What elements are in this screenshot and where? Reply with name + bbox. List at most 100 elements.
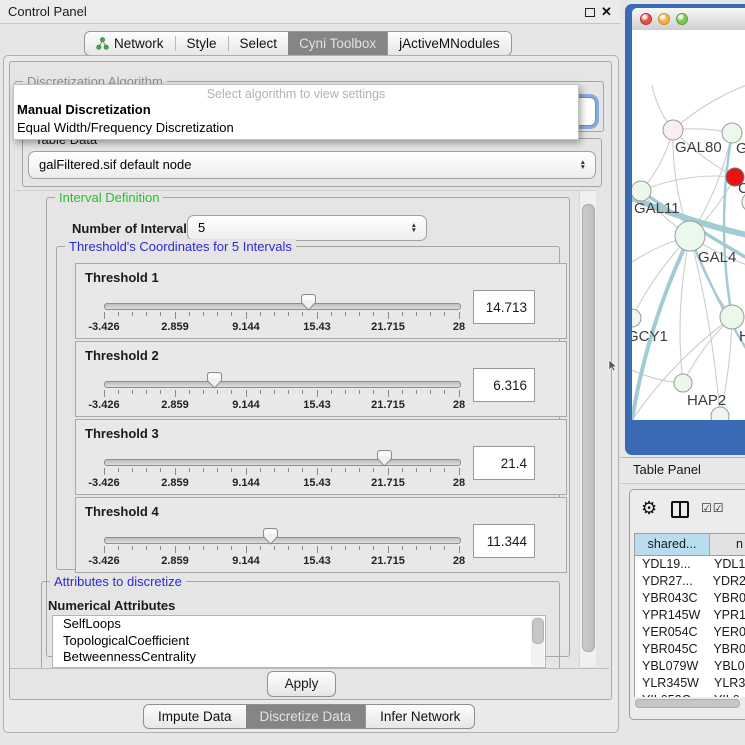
tick-mark [430, 312, 431, 316]
float-window-icon[interactable] [585, 8, 595, 17]
cell-name[interactable]: YER0 [708, 624, 745, 641]
threshold-slider-track[interactable] [104, 459, 461, 466]
table-data-combobox[interactable]: galFiltered.sif default node ▲▼ [28, 151, 596, 179]
table-row[interactable]: YDL19...YDL1 [635, 556, 745, 573]
option-manual-discretization[interactable]: Manual Discretization [14, 101, 578, 119]
close-icon[interactable]: ✕ [601, 4, 612, 20]
gear-icon[interactable]: ⚙ [641, 498, 657, 519]
tick-mark [189, 390, 190, 394]
numerical-attributes-list[interactable]: SelfLoops TopologicalCoefficient Between… [52, 615, 546, 668]
table-row[interactable]: YLR345WYLR3 [635, 675, 745, 692]
close-traffic-light-icon[interactable] [640, 13, 652, 25]
minimize-traffic-light-icon[interactable] [658, 13, 670, 25]
cell-shared-name[interactable]: YDL19... [635, 556, 709, 573]
list-item[interactable]: TopologicalCoefficient [53, 633, 545, 650]
table-row[interactable]: YBR045CYBR0 [635, 641, 745, 658]
cell-name[interactable]: YBR0 [708, 590, 745, 607]
tab-cyni-toolbox[interactable]: Cyni Toolbox [288, 32, 387, 55]
network-edge[interactable] [641, 176, 735, 191]
network-node-gal11[interactable] [632, 181, 651, 201]
threshold-value-box[interactable]: 11.344 [473, 524, 535, 558]
scrollbar-thumb[interactable] [532, 618, 544, 644]
threshold-slider-thumb[interactable] [301, 294, 316, 311]
cell-shared-name[interactable]: YDR27... [635, 573, 708, 590]
split-view-icon[interactable] [671, 501, 689, 518]
cell-shared-name[interactable]: YBR045C [635, 641, 708, 658]
cell-shared-name[interactable]: YIL052C [635, 692, 709, 697]
threshold-slider-thumb[interactable] [207, 372, 222, 389]
tick-mark [132, 390, 133, 394]
tab-select[interactable]: Select [229, 32, 289, 55]
threshold-slider-thumb[interactable] [377, 450, 392, 467]
tab-network[interactable]: Network [85, 32, 175, 55]
tick-mark [189, 468, 190, 472]
tick-mark [203, 390, 204, 394]
list-item[interactable]: SelfLoops [53, 616, 545, 633]
column-header-shared-name[interactable]: shared... [635, 534, 710, 555]
tick-mark [444, 468, 445, 472]
tick-label: -3.426 [88, 555, 119, 567]
tick-mark [416, 546, 417, 550]
settings-scrollbar[interactable] [579, 191, 596, 667]
cell-name[interactable]: YDL1 [709, 556, 745, 573]
list-item[interactable]: BetweennessCentrality [53, 649, 545, 666]
column-header-name[interactable]: n [710, 534, 745, 555]
number-of-intervals-label: Number of Intervals [72, 221, 194, 236]
tick-mark [345, 468, 346, 472]
scrollbar-thumb[interactable] [582, 204, 595, 652]
apply-button[interactable]: Apply [267, 671, 336, 697]
threshold-value-box[interactable]: 6.316 [473, 368, 535, 402]
algorithm-placeholder-option[interactable]: Select algorithm to view settings [14, 85, 578, 101]
tab-jactivemnodules[interactable]: jActiveMNodules [387, 32, 511, 55]
tick-mark [246, 312, 247, 319]
table-row[interactable]: YIL052CYIL0 [635, 692, 745, 697]
tab-style[interactable]: Style [176, 32, 228, 55]
threshold-label: Threshold 3 [85, 426, 159, 441]
threshold-value-box[interactable]: 21.4 [473, 446, 535, 480]
network-node[interactable] [711, 407, 729, 420]
cell-shared-name[interactable]: YPR145W [635, 607, 708, 624]
table-row[interactable]: YDR27...YDR2 [635, 573, 745, 590]
cell-name[interactable]: YPR1 [708, 607, 745, 624]
tab-discretize-data[interactable]: Discretize Data [246, 705, 366, 728]
cell-name[interactable]: YDR2 [708, 573, 745, 590]
threshold-slider-thumb[interactable] [263, 528, 278, 545]
table-row[interactable]: YBL079WYBL0 [635, 658, 745, 675]
cell-name[interactable]: YBL0 [709, 658, 745, 675]
tab-infer-network[interactable]: Infer Network [365, 705, 474, 728]
network-node-gcy1[interactable] [632, 309, 641, 327]
cell-shared-name[interactable]: YBR043C [635, 590, 708, 607]
network-node-gal80[interactable] [663, 120, 683, 140]
threshold-slider-track[interactable] [104, 381, 461, 388]
table-row[interactable]: YPR145WYPR1 [635, 607, 745, 624]
table-horizontal-scrollbar[interactable] [634, 698, 745, 707]
table-row[interactable]: YER054CYER0 [635, 624, 745, 641]
table-row[interactable]: YBR043CYBR0 [635, 590, 745, 607]
threshold-value-box[interactable]: 14.713 [473, 290, 535, 324]
tab-impute-data[interactable]: Impute Data [144, 705, 246, 728]
node-label: GAL11 [634, 200, 680, 217]
select-columns-icon[interactable]: ☑☑ [701, 501, 725, 515]
option-equal-width-frequency[interactable]: Equal Width/Frequency Discretization [14, 119, 578, 137]
tick-mark [260, 312, 261, 316]
cell-name[interactable]: YLR3 [709, 675, 745, 692]
threshold-slider-track[interactable] [104, 303, 461, 310]
cell-shared-name[interactable]: YER054C [635, 624, 708, 641]
network-canvas[interactable]: GAL80GACGAL11GAL4HGCY1HAP2 [632, 30, 745, 420]
attributes-list-scrollbar[interactable] [531, 617, 544, 666]
network-node-h[interactable] [720, 305, 744, 329]
tick-mark [132, 546, 133, 550]
network-node-hap2[interactable] [674, 374, 692, 392]
network-node-gal4[interactable] [675, 221, 705, 251]
cell-name[interactable]: YIL0 [709, 692, 745, 697]
number-of-intervals-combobox[interactable]: 5 ▲▼ [187, 215, 427, 241]
cell-name[interactable]: YBR0 [708, 641, 745, 658]
thresholds-group-title: Threshold's Coordinates for 5 Intervals [65, 239, 296, 254]
scrollbar-thumb[interactable] [635, 699, 740, 708]
cell-shared-name[interactable]: YLR345W [635, 675, 709, 692]
cell-shared-name[interactable]: YBL079W [635, 658, 709, 675]
tick-label: 21.715 [371, 555, 405, 567]
threshold-slider-track[interactable] [104, 537, 461, 544]
tick-mark [331, 390, 332, 394]
zoom-traffic-light-icon[interactable] [676, 13, 688, 25]
